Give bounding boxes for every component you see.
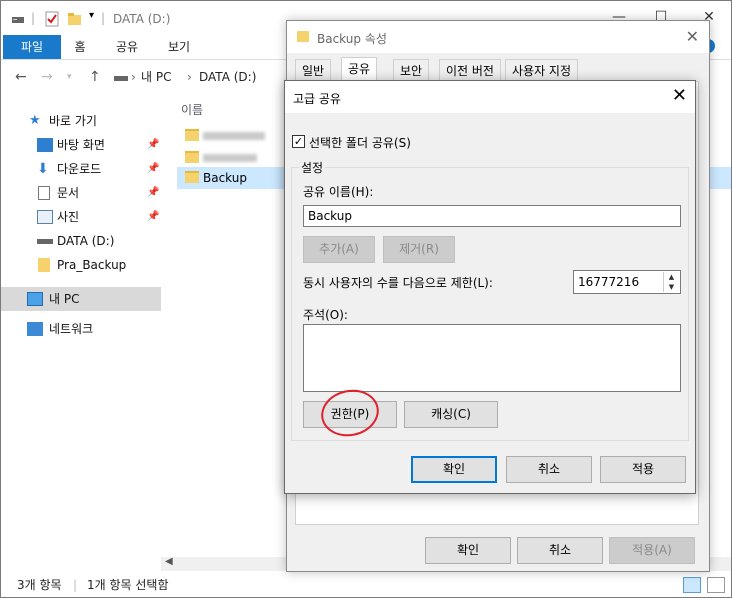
- separator: |: [101, 11, 106, 25]
- drive-icon: [37, 239, 53, 244]
- share-name-input[interactable]: Backup: [303, 205, 681, 227]
- selection-count: 1개 항목 선택함: [87, 578, 169, 592]
- pin-icon[interactable]: 📌: [147, 205, 159, 229]
- column-header-name[interactable]: 이름: [181, 101, 203, 118]
- separator: |: [31, 11, 36, 25]
- star-icon: ★: [29, 113, 41, 128]
- close-icon[interactable]: ✕: [686, 27, 699, 46]
- ribbon-tab-file[interactable]: 파일: [3, 35, 61, 59]
- drive-icon: [114, 76, 128, 81]
- item-count: 3개 항목: [17, 578, 62, 592]
- document-icon: [38, 186, 50, 200]
- network-icon: [27, 322, 43, 336]
- nav-quick-access[interactable]: ★ 바로 가기: [1, 109, 161, 133]
- user-limit-input[interactable]: 16777216 ▲ ▼: [573, 270, 681, 294]
- redacted-filename: [203, 132, 265, 140]
- share-name-label: 공유 이름(H):: [303, 185, 374, 199]
- advanced-sharing-title-bar: 고급 공유 ✕: [285, 81, 695, 113]
- details-view-icon[interactable]: [683, 577, 701, 593]
- ribbon-tab-view[interactable]: 보기: [157, 35, 201, 59]
- desktop-icon: [37, 138, 53, 152]
- add-button[interactable]: 추가(A): [303, 236, 375, 263]
- scroll-left-icon[interactable]: ◀: [165, 556, 173, 567]
- dialog-title: 고급 공유: [293, 92, 341, 106]
- computer-icon: [27, 292, 43, 306]
- comment-textarea[interactable]: [303, 324, 681, 392]
- nav-network[interactable]: 네트워크: [1, 317, 161, 341]
- window-title: DATA (D:): [113, 12, 171, 26]
- ok-button[interactable]: 확인: [411, 456, 497, 483]
- download-icon: ⬇: [37, 161, 49, 177]
- properties-title: Backup 속성: [317, 32, 387, 46]
- new-folder-icon[interactable]: [67, 11, 83, 27]
- breadcrumb-drive[interactable]: DATA (D:): [199, 66, 256, 88]
- folder-icon: [185, 129, 199, 141]
- forward-icon[interactable]: →: [41, 69, 53, 85]
- folder-icon: [38, 258, 50, 272]
- explorer-window: | ▾ | DATA (D:) — ☐ ✕ 파일 홈 공유 보기 ? ← → ▾…: [0, 0, 732, 598]
- breadcrumb-this-pc[interactable]: 내 PC: [141, 66, 171, 88]
- status-bar: 3개 항목 | 1개 항목 선택함: [1, 573, 731, 597]
- nav-documents[interactable]: 문서 📌: [1, 181, 161, 205]
- cancel-button[interactable]: 취소: [506, 456, 592, 483]
- share-folder-checkbox[interactable]: ✓: [292, 135, 305, 148]
- navigation-pane: ★ 바로 가기 바탕 화면 📌 ⬇ 다운로드 📌 문서 📌 사진 📌 DATA …: [1, 93, 161, 569]
- nav-pictures[interactable]: 사진 📌: [1, 205, 161, 229]
- nav-downloads[interactable]: ⬇ 다운로드 📌: [1, 157, 161, 181]
- tab-previous-versions[interactable]: 이전 버전: [439, 59, 501, 81]
- user-limit-label: 동시 사용자의 수를 다음으로 제한(L):: [303, 276, 493, 290]
- recent-locations-icon[interactable]: ▾: [67, 72, 72, 82]
- spin-down-icon[interactable]: ▼: [664, 282, 679, 292]
- pictures-icon: [37, 210, 53, 224]
- properties-icon[interactable]: [45, 11, 59, 27]
- properties-title-bar: Backup 속성 ✕: [287, 21, 709, 53]
- nav-this-pc[interactable]: 내 PC: [1, 287, 161, 311]
- close-icon[interactable]: ✕: [672, 85, 687, 106]
- ok-button[interactable]: 확인: [425, 537, 511, 564]
- apply-button[interactable]: 적용: [600, 456, 686, 483]
- pin-icon[interactable]: 📌: [147, 157, 159, 181]
- apply-button[interactable]: 적용(A): [609, 537, 695, 564]
- nav-pra-backup[interactable]: Pra_Backup: [1, 253, 161, 277]
- caching-button[interactable]: 캐싱(C): [404, 401, 498, 428]
- tab-security[interactable]: 보안: [393, 59, 430, 81]
- customize-toolbar-icon[interactable]: ▾: [89, 10, 94, 26]
- share-folder-label[interactable]: 선택한 폴더 공유(S): [309, 134, 411, 151]
- settings-group-label: 설정: [299, 159, 326, 176]
- spin-up-icon[interactable]: ▲: [664, 272, 679, 282]
- ribbon-tab-home[interactable]: 홈: [63, 35, 97, 59]
- folder-icon: [297, 31, 309, 42]
- large-icons-view-icon[interactable]: [707, 577, 725, 593]
- comment-label: 주석(O):: [303, 308, 348, 322]
- cancel-button[interactable]: 취소: [517, 537, 603, 564]
- drive-icon: [12, 17, 24, 23]
- tab-customize[interactable]: 사용자 지정: [505, 59, 579, 81]
- nav-desktop[interactable]: 바탕 화면 📌: [1, 133, 161, 157]
- up-icon[interactable]: ↑: [89, 69, 101, 85]
- redacted-filename: [203, 154, 257, 162]
- folder-icon: [185, 171, 199, 183]
- nav-data-drive[interactable]: DATA (D:): [1, 229, 161, 253]
- user-limit-stepper[interactable]: ▲ ▼: [663, 272, 679, 292]
- address-input[interactable]: › 내 PC › DATA (D:): [109, 66, 289, 88]
- back-icon[interactable]: ←: [15, 69, 27, 85]
- remove-button[interactable]: 제거(R): [383, 236, 455, 263]
- pin-icon[interactable]: 📌: [147, 133, 159, 157]
- tab-general[interactable]: 일반: [295, 59, 332, 81]
- ribbon-tab-share[interactable]: 공유: [107, 35, 147, 59]
- folder-icon: [185, 151, 199, 163]
- pin-icon[interactable]: 📌: [147, 181, 159, 205]
